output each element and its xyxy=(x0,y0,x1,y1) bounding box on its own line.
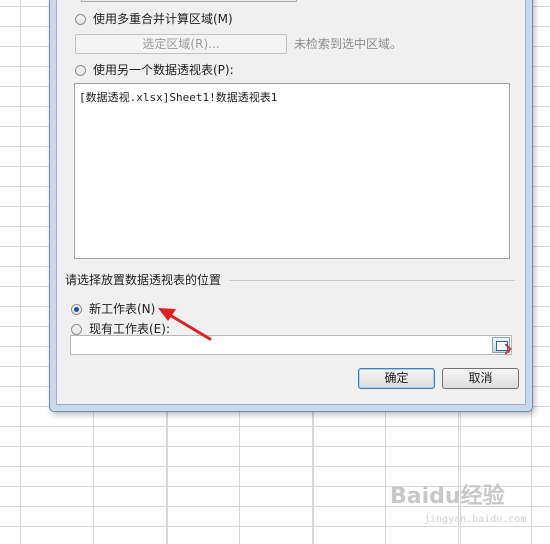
placement-group-title: 请选择放置数据透视表的位置 xyxy=(65,273,222,287)
baidu-watermark: Baidu经验 xyxy=(390,484,505,509)
cancel-button[interactable]: 取消 xyxy=(442,368,519,389)
list-item[interactable]: [数据透视.xlsx]Sheet1!数据透视表1 xyxy=(79,89,505,105)
ok-button[interactable]: 确定 xyxy=(358,368,435,389)
select-region-button[interactable]: 选定区域(R)... xyxy=(75,34,287,54)
top-button-stub[interactable] xyxy=(81,0,297,2)
group-divider xyxy=(229,280,515,281)
another-pivot-label[interactable]: 使用另一个数据透视表(P): xyxy=(93,63,234,77)
pivot-table-list[interactable]: [数据透视.xlsx]Sheet1!数据透视表1 xyxy=(74,83,510,259)
existing-sheet-radio[interactable] xyxy=(71,324,82,335)
multi-consolidation-radio[interactable] xyxy=(75,14,86,25)
multi-consolidation-label[interactable]: 使用多重合并计算区域(M) xyxy=(93,12,233,26)
new-sheet-label[interactable]: 新工作表(N) xyxy=(89,302,155,316)
location-ref-input[interactable] xyxy=(70,335,512,355)
dialog-client-area: 使用多重合并计算区域(M) 选定区域(R)... 未检索到选中区域。 使用另一个… xyxy=(56,0,526,405)
collapse-dialog-icon[interactable] xyxy=(492,337,512,355)
existing-sheet-label[interactable]: 现有工作表(E): xyxy=(89,322,170,336)
watermark-url: jingyan.baidu.com xyxy=(424,514,527,525)
no-region-status: 未检索到选中区域。 xyxy=(294,37,403,51)
another-pivot-radio[interactable] xyxy=(75,65,86,76)
new-sheet-radio[interactable] xyxy=(71,304,82,315)
pivot-table-dialog: 使用多重合并计算区域(M) 选定区域(R)... 未检索到选中区域。 使用另一个… xyxy=(49,0,533,412)
